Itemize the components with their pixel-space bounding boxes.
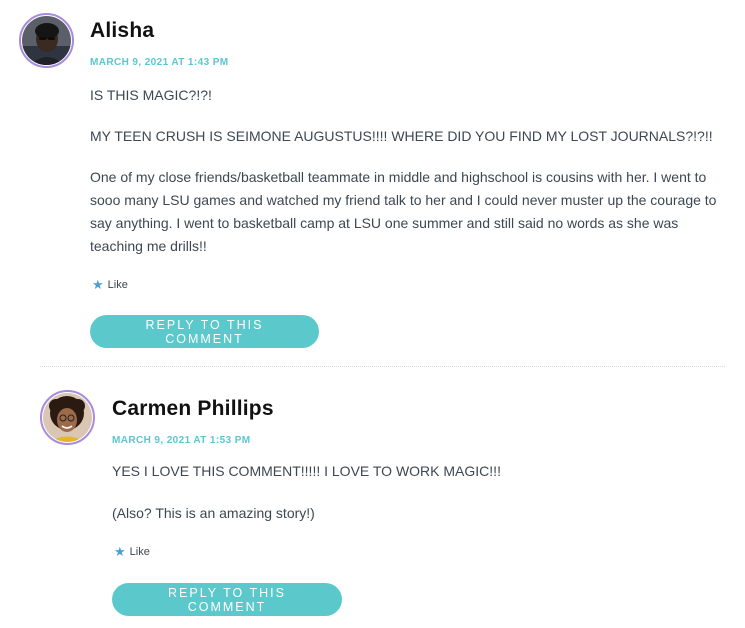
avatar[interactable] bbox=[19, 13, 74, 68]
comment-text: (Also? This is an amazing story!) bbox=[112, 505, 315, 521]
star-icon: ★ bbox=[114, 544, 126, 559]
comment-text: YES I LOVE THIS COMMENT!!!!! I LOVE TO W… bbox=[112, 463, 501, 479]
reply-button[interactable]: REPLY TO THIS COMMENT bbox=[90, 315, 319, 348]
comment-author[interactable]: Alisha bbox=[90, 19, 154, 43]
comment-divider bbox=[40, 366, 725, 367]
comment-text: MY TEEN CRUSH IS SEIMONE AUGUSTUS!!!! WH… bbox=[90, 128, 713, 144]
comment-author[interactable]: Carmen Phillips bbox=[112, 397, 274, 421]
like-button[interactable]: ★ Like bbox=[92, 278, 128, 291]
like-button[interactable]: ★ Like bbox=[114, 545, 150, 558]
comment-date-link[interactable]: MARCH 9, 2021 AT 1:53 PM bbox=[112, 435, 251, 446]
reply-button[interactable]: REPLY TO THIS COMMENT bbox=[112, 583, 342, 616]
like-label: Like bbox=[107, 278, 128, 291]
comment-text: IS THIS MAGIC?!?! bbox=[90, 87, 212, 103]
avatar[interactable] bbox=[40, 390, 95, 445]
like-label: Like bbox=[129, 545, 150, 558]
star-icon: ★ bbox=[92, 277, 104, 292]
comment-date-link[interactable]: MARCH 9, 2021 AT 1:43 PM bbox=[90, 57, 229, 68]
comment-text: One of my close friends/basketball teamm… bbox=[90, 169, 717, 254]
